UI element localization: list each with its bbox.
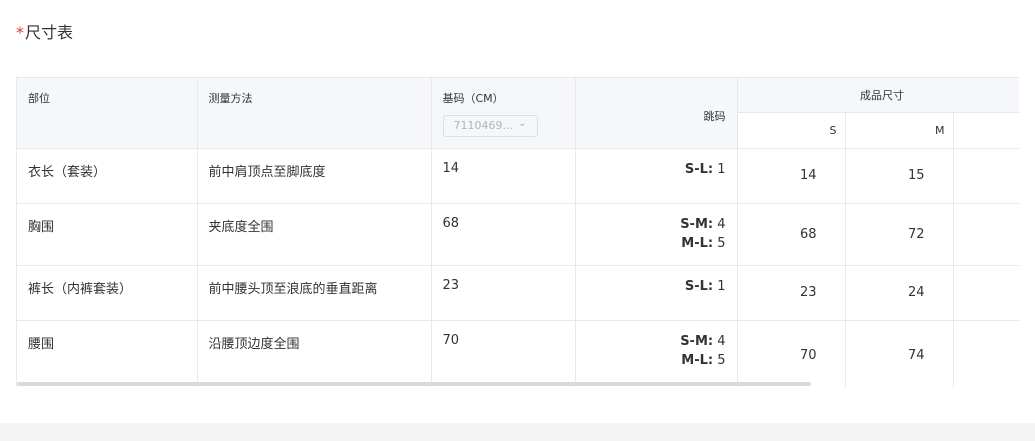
cell-jump: S-M: 4 M-L: 5 xyxy=(575,203,738,266)
jump-line: S-L: 1 xyxy=(684,161,726,177)
cell-size-m[interactable]: 72 xyxy=(845,203,954,266)
table-row: 裤长（内裤套装） 前中腰头顶至浪底的垂直距离 23 S-L: 1 23 24 xyxy=(17,265,1019,321)
table-row: 衣长（套装） 前中肩顶点至脚底度 14 S-L: 1 14 15 xyxy=(17,148,1019,204)
size-table-container: 部位 测量方法 基码（CM） 7110469... ⌄ 跳码 成品尺寸 S M xyxy=(16,77,1019,387)
cell-method: 前中肩顶点至脚底度 xyxy=(197,148,432,204)
cell-method: 夹底度全围 xyxy=(197,203,432,266)
header-size-s: S xyxy=(737,112,846,149)
header-base: 基码（CM） 7110469... ⌄ xyxy=(431,78,576,149)
jump-line: M-L: 5 xyxy=(681,235,726,251)
jump-line: S-M: 4 xyxy=(680,333,726,349)
cell-jump: S-M: 4 M-L: 5 xyxy=(575,320,738,387)
header-method: 测量方法 xyxy=(197,78,432,149)
header-size-m: M xyxy=(845,112,954,149)
base-size-select[interactable]: 7110469... ⌄ xyxy=(442,115,538,137)
jump-line: S-M: 4 xyxy=(680,216,726,232)
cell-base: 68 xyxy=(431,203,576,266)
table-row: 胸围 夹底度全围 68 S-M: 4 M-L: 5 68 72 xyxy=(17,203,1019,266)
jump-line: S-L: 1 xyxy=(684,278,726,294)
cell-size-m[interactable]: 15 xyxy=(845,148,954,204)
header-part: 部位 xyxy=(17,78,198,149)
cell-part: 裤长（内裤套装） xyxy=(17,265,198,321)
cell-part: 胸围 xyxy=(17,203,198,266)
header-finished-size: 成品尺寸 xyxy=(737,78,1019,113)
cell-base: 23 xyxy=(431,265,576,321)
jump-line: M-L: 5 xyxy=(681,352,726,368)
cell-jump: S-L: 1 xyxy=(575,265,738,321)
base-size-select-value: 7110469... xyxy=(453,119,513,132)
cell-base: 14 xyxy=(431,148,576,204)
cell-jump: S-L: 1 xyxy=(575,148,738,204)
cell-size-m[interactable]: 24 xyxy=(845,265,954,321)
cell-size-empty xyxy=(953,320,1019,387)
chevron-down-icon: ⌄ xyxy=(518,118,527,129)
cell-part: 腰围 xyxy=(17,320,198,387)
cell-size-s[interactable]: 68 xyxy=(737,203,846,266)
cell-method: 沿腰顶边度全围 xyxy=(197,320,432,387)
section-title: *尺寸表 xyxy=(16,19,73,43)
cell-size-empty xyxy=(953,265,1019,321)
section-title-text: 尺寸表 xyxy=(25,23,74,42)
cell-size-m[interactable]: 74 xyxy=(845,320,954,387)
horizontal-scrollbar[interactable] xyxy=(17,382,811,386)
cell-size-empty xyxy=(953,148,1019,204)
cell-size-s[interactable]: 14 xyxy=(737,148,846,204)
footer-band xyxy=(0,423,1035,441)
cell-base: 70 xyxy=(431,320,576,387)
cell-size-s[interactable]: 70 xyxy=(737,320,846,387)
cell-part: 衣长（套装） xyxy=(17,148,198,204)
size-table: 部位 测量方法 基码（CM） 7110469... ⌄ 跳码 成品尺寸 S M xyxy=(17,78,1019,387)
header-base-label: 基码（CM） xyxy=(442,92,504,105)
cell-size-empty xyxy=(953,203,1019,266)
required-mark: * xyxy=(16,23,24,42)
header-jump: 跳码 xyxy=(575,78,738,149)
table-row: 腰围 沿腰顶边度全围 70 S-M: 4 M-L: 5 70 74 xyxy=(17,320,1019,387)
cell-size-s[interactable]: 23 xyxy=(737,265,846,321)
cell-method: 前中腰头顶至浪底的垂直距离 xyxy=(197,265,432,321)
header-size-empty xyxy=(953,112,1019,149)
